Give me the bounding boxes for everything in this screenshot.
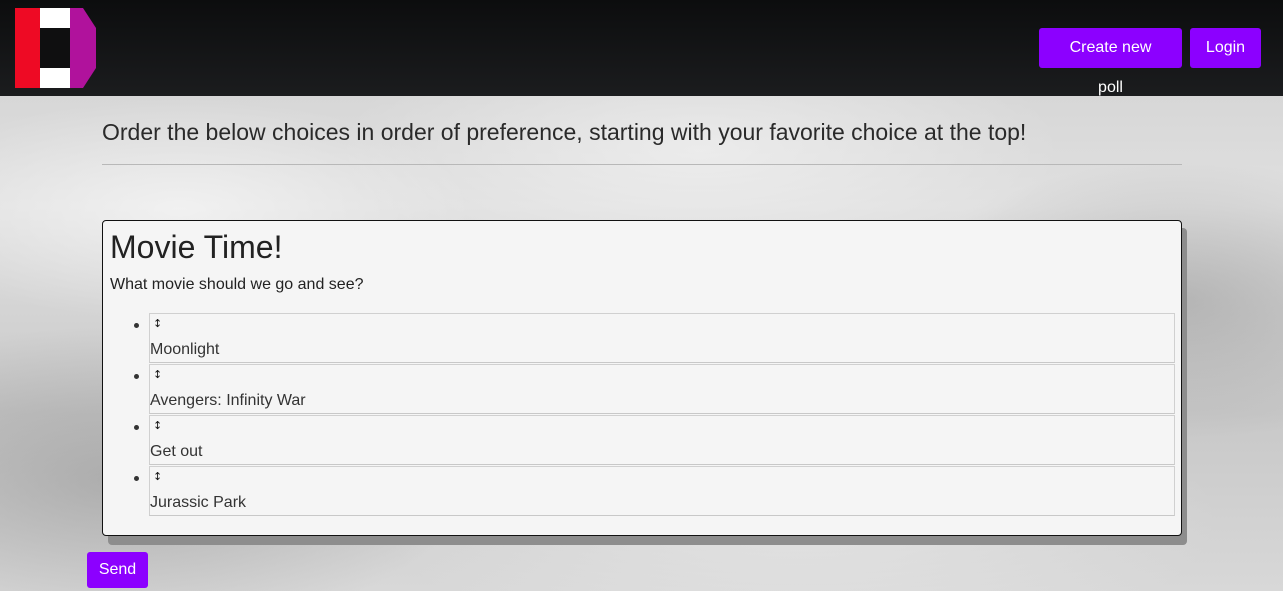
choice-list: ↕ Moonlight ↕ Avengers: Infinity War ↕ G…: [134, 313, 1175, 516]
bullet-icon: [134, 374, 139, 379]
drag-handle-icon[interactable]: ↕: [153, 419, 162, 432]
create-new-poll-button[interactable]: Create new poll: [1039, 28, 1182, 96]
poll-description: What movie should we go and see?: [110, 276, 364, 293]
instructions-heading: Order the below choices in order of pref…: [102, 119, 1027, 145]
top-navbar: Create new poll Login: [0, 0, 1283, 96]
send-button[interactable]: Send: [87, 552, 148, 588]
drag-handle-icon[interactable]: ↕: [153, 317, 162, 330]
choice-item[interactable]: ↕ Avengers: Infinity War: [134, 364, 1175, 414]
poll-card: Movie Time! What movie should we go and …: [102, 220, 1182, 536]
poll-title: Movie Time!: [110, 229, 283, 265]
choice-label: Avengers: Infinity War: [150, 392, 306, 409]
login-button[interactable]: Login: [1190, 28, 1261, 68]
heading-divider: [102, 164, 1182, 165]
choice-label: Get out: [150, 443, 203, 460]
choice-item[interactable]: ↕ Get out: [134, 415, 1175, 465]
choice-item[interactable]: ↕ Jurassic Park: [134, 466, 1175, 516]
ranked-choice-logo-icon[interactable]: [15, 8, 96, 88]
drag-handle-icon[interactable]: ↕: [153, 470, 162, 483]
choice-label: Jurassic Park: [150, 494, 247, 511]
drag-handle-icon[interactable]: ↕: [153, 368, 162, 381]
bullet-icon: [134, 476, 139, 481]
bullet-icon: [134, 323, 139, 328]
choice-label: Moonlight: [150, 341, 220, 358]
choice-item[interactable]: ↕ Moonlight: [134, 313, 1175, 363]
bullet-icon: [134, 425, 139, 430]
